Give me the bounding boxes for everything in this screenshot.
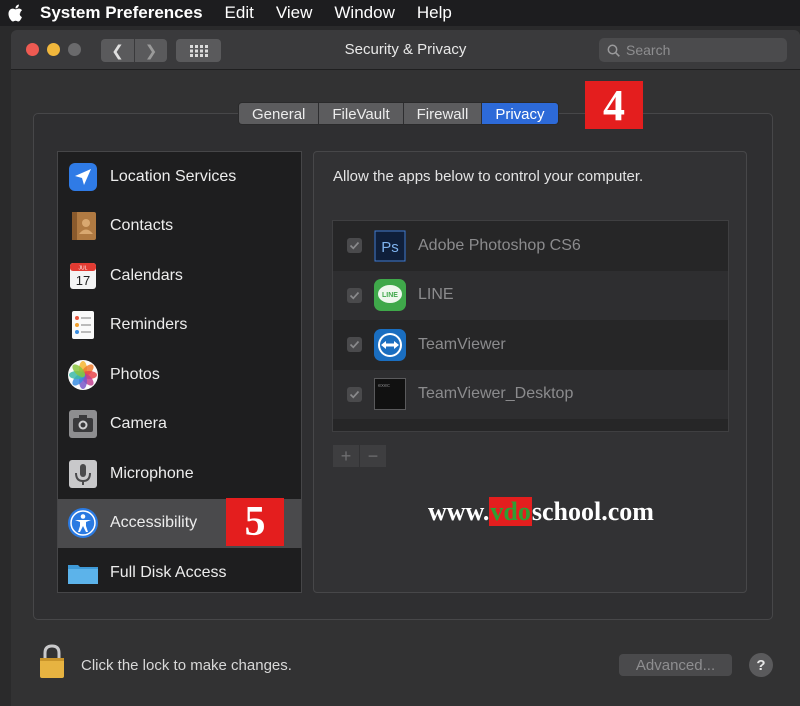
sidebar-item-microphone[interactable]: Microphone (58, 449, 301, 499)
lock-hint-text: Click the lock to make changes. (81, 657, 292, 674)
close-window-button[interactable] (26, 43, 39, 56)
sidebar-item-photos[interactable]: Photos (58, 350, 301, 400)
chevron-right-icon: ❯ (144, 42, 158, 60)
pane-description: Allow the apps below to control your com… (333, 168, 644, 185)
sidebar-item-contacts[interactable]: Contacts (58, 202, 301, 252)
tab-bar: General FileVault Firewall Privacy (238, 102, 559, 125)
minimize-window-button[interactable] (47, 43, 60, 56)
sidebar-item-label: Calendars (110, 266, 183, 284)
menu-bar: System Preferences Edit View Window Help (0, 0, 800, 26)
tab-privacy[interactable]: Privacy (482, 103, 558, 124)
photos-flower-icon (66, 358, 100, 392)
watermark-suffix: school.com (531, 497, 654, 526)
app-name: LINE (418, 286, 454, 304)
line-icon-text: LINE (382, 292, 398, 299)
menu-edit[interactable]: Edit (225, 3, 254, 23)
back-button[interactable]: ❮ (101, 39, 134, 62)
checkmark-icon (349, 390, 360, 399)
sidebar-item-calendars[interactable]: JUL 17 Calendars (58, 251, 301, 301)
add-remove-buttons: + − (333, 445, 386, 467)
forward-button[interactable]: ❯ (134, 39, 167, 62)
sidebar-item-label: Location Services (110, 167, 237, 185)
app-checkbox[interactable] (347, 287, 362, 303)
zoom-window-button[interactable] (68, 43, 81, 56)
checkmark-icon (349, 242, 360, 250)
app-row-photoshop[interactable]: Ps Adobe Photoshop CS6 (333, 221, 728, 271)
app-list[interactable]: Ps Adobe Photoshop CS6 LINE LINE TeamVie… (332, 220, 729, 432)
reminders-list-icon (66, 308, 100, 342)
app-checkbox[interactable] (347, 386, 362, 402)
sidebar-item-camera[interactable]: Camera (58, 400, 301, 450)
watermark-prefix: www. (428, 497, 490, 526)
navigation-buttons: ❮ ❯ (101, 39, 167, 62)
app-checkbox[interactable] (347, 238, 362, 254)
menu-view[interactable]: View (276, 3, 313, 23)
remove-app-button[interactable]: − (360, 445, 386, 467)
sidebar-item-label: Photos (110, 365, 160, 383)
app-name: TeamViewer_Desktop (418, 385, 574, 403)
preferences-window: ❮ ❯ Security & Privacy General FileVault… (11, 30, 800, 706)
app-row-teamviewer-desktop[interactable]: exec TeamViewer_Desktop (333, 369, 728, 419)
folder-icon (66, 556, 100, 590)
sidebar-item-label: Full Disk Access (110, 563, 227, 581)
calendar-icon: JUL 17 (66, 259, 100, 293)
app-row-teamviewer[interactable]: TeamViewer (333, 320, 728, 370)
search-icon (607, 44, 620, 57)
terminal-icon: exec (374, 378, 406, 411)
app-row-line[interactable]: LINE LINE (333, 270, 728, 320)
svg-text:17: 17 (76, 273, 90, 288)
watermark-highlight: vdo (489, 497, 532, 526)
checkmark-icon (349, 291, 360, 300)
photoshop-icon: Ps (374, 229, 406, 262)
lock-icon (40, 644, 64, 678)
line-app-icon: LINE (374, 279, 406, 312)
tab-filevault[interactable]: FileVault (319, 103, 404, 124)
accessibility-apps-pane: Allow the apps below to control your com… (313, 151, 747, 593)
checkmark-icon (349, 341, 360, 349)
sidebar-item-label: Reminders (110, 316, 188, 334)
sidebar-item-location-services[interactable]: Location Services (58, 152, 301, 202)
menu-window[interactable]: Window (334, 3, 394, 23)
title-bar: ❮ ❯ Security & Privacy (11, 30, 800, 70)
teamviewer-icon (374, 328, 406, 361)
lock-button[interactable] (38, 643, 66, 679)
location-arrow-icon (66, 160, 100, 194)
app-row-partial (333, 419, 728, 431)
sidebar-item-label: Accessibility (110, 514, 198, 532)
advanced-button[interactable]: Advanced... (619, 654, 732, 676)
watermark: www.vdoschool.com (428, 497, 654, 527)
sidebar-item-label: Contacts (110, 217, 174, 235)
sidebar-item-reminders[interactable]: Reminders (58, 301, 301, 351)
tab-firewall[interactable]: Firewall (403, 103, 483, 124)
app-name: TeamViewer (418, 335, 506, 353)
menu-help[interactable]: Help (417, 3, 452, 23)
search-field[interactable] (599, 38, 787, 62)
photoshop-icon-text: Ps (381, 239, 399, 256)
grid-icon (189, 44, 208, 57)
menu-app-name[interactable]: System Preferences (40, 3, 203, 23)
svg-text:JUL: JUL (79, 265, 88, 271)
apple-menu-icon[interactable] (0, 4, 30, 22)
terminal-icon-text: exec (378, 383, 390, 389)
tab-general[interactable]: General (239, 103, 320, 124)
help-button[interactable]: ? (749, 653, 773, 677)
add-app-button[interactable]: + (333, 445, 359, 467)
contacts-book-icon (66, 209, 100, 243)
sidebar-item-label: Camera (110, 415, 167, 433)
accessibility-figure-icon (66, 506, 100, 540)
chevron-left-icon: ❮ (111, 42, 124, 60)
sidebar-item-label: Microphone (110, 464, 194, 482)
step-4-annotation: 4 (585, 81, 643, 130)
sidebar-item-full-disk-access[interactable]: Full Disk Access (58, 548, 301, 598)
microphone-icon (66, 457, 100, 491)
camera-icon (66, 407, 100, 441)
search-input[interactable] (626, 42, 776, 58)
show-all-button[interactable] (176, 39, 221, 62)
app-checkbox[interactable] (347, 337, 362, 353)
step-5-annotation: 5 (226, 498, 284, 546)
app-name: Adobe Photoshop CS6 (418, 236, 581, 254)
